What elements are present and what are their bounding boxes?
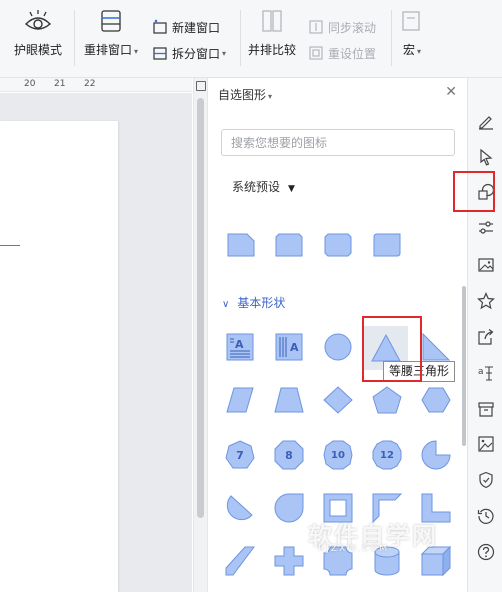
eye-mode-button[interactable]: 护眼模式	[14, 8, 62, 58]
chord-shape[interactable]	[222, 490, 258, 526]
shape-number-label: 8	[285, 448, 293, 462]
rearrange-window-icon	[101, 10, 121, 32]
page-view-icon[interactable]	[196, 81, 206, 91]
split-window-label: 拆分窗口	[172, 46, 221, 61]
autoshapes-pane: 自选图形▾ ✕ 系统预设 ▼ ∨ 基本形状 A A	[207, 78, 467, 592]
sync-scroll-label: 同步滚动	[328, 20, 377, 35]
chevron-down-icon: ▾	[134, 47, 139, 56]
macro-label: 宏	[402, 43, 415, 57]
preset-dropdown[interactable]: 系统预设 ▼	[232, 178, 295, 195]
macro-button[interactable]: 宏 ▾	[400, 8, 424, 58]
shape-search-input[interactable]	[221, 129, 455, 156]
archive-box-icon[interactable]	[477, 400, 495, 418]
share-icon[interactable]	[477, 328, 495, 346]
hexagon-shape[interactable]	[418, 382, 454, 418]
round-snip-rectangle-shape[interactable]	[369, 227, 405, 263]
ribbon-divider	[391, 10, 392, 66]
ribbon-toolbar: 护眼模式 重排窗口 ▾ 新建窗口 拆分窗口 ▾ 并排比较 同步滚动 重设位置 宏…	[0, 0, 502, 78]
text-box-shape[interactable]: A	[222, 329, 258, 365]
pen-icon[interactable]	[477, 112, 495, 130]
reset-position-label: 重设位置	[328, 46, 377, 61]
chevron-down-icon: ∨	[222, 299, 230, 310]
right-triangle-shape[interactable]	[418, 329, 454, 365]
trapezoid-shape[interactable]	[271, 382, 307, 418]
shape-tooltip: 等腰三角形	[383, 361, 456, 382]
svg-text:A: A	[290, 341, 299, 354]
help-icon[interactable]	[477, 543, 495, 561]
reset-position-icon	[309, 46, 323, 60]
octagon-shape[interactable]: 8	[271, 437, 307, 473]
split-window-button[interactable]: 拆分窗口 ▾	[152, 43, 226, 63]
right-sidebar: a	[467, 78, 502, 592]
rearrange-window-label: 重排窗口	[84, 43, 133, 57]
snip-diagonal-rectangle-shape[interactable]	[320, 227, 356, 263]
pane-title-text: 自选图形	[218, 88, 267, 102]
decagon-shape[interactable]: 10	[320, 437, 356, 473]
pentagon-shape[interactable]	[369, 382, 405, 418]
translate-icon[interactable]: a	[477, 364, 495, 382]
vertical-text-box-shape[interactable]: A	[271, 329, 307, 365]
ribbon-divider	[240, 10, 241, 66]
watermark-subtext: RJZXW.COM	[318, 544, 390, 554]
shape-number-label: 10	[331, 449, 345, 461]
preset-label: 系统预设	[232, 180, 281, 194]
chevron-down-icon: ▾	[268, 92, 273, 101]
shield-icon[interactable]	[477, 471, 495, 489]
chevron-down-icon: ▾	[417, 47, 422, 56]
horizontal-ruler: 20 21 22	[0, 78, 192, 92]
plus-shape[interactable]	[271, 543, 307, 579]
document-area[interactable]	[0, 93, 192, 592]
side-by-side-label: 并排比较	[248, 43, 297, 57]
dodecagon-shape[interactable]: 12	[369, 437, 405, 473]
ruler-tick: 22	[84, 79, 96, 89]
close-icon[interactable]: ✕	[445, 84, 457, 100]
eye-mode-label: 护眼模式	[14, 43, 63, 57]
sync-scroll-icon	[309, 20, 323, 34]
side-by-side-button[interactable]: 并排比较	[248, 8, 296, 58]
snip-same-side-rectangle-shape[interactable]	[271, 227, 307, 263]
ruler-tick: 21	[54, 79, 66, 89]
pie-shape[interactable]	[418, 437, 454, 473]
teardrop-shape[interactable]	[271, 490, 307, 526]
sliders-icon[interactable]	[477, 219, 495, 237]
document-scrollbar[interactable]	[193, 78, 207, 592]
snip-corner-rectangle-shape[interactable]	[223, 227, 259, 263]
new-window-button[interactable]: 新建窗口	[152, 17, 220, 37]
side-by-side-icon	[262, 10, 282, 32]
split-window-icon	[153, 47, 167, 60]
svg-text:a: a	[478, 367, 484, 377]
document-page[interactable]	[0, 121, 118, 592]
pane-title[interactable]: 自选图形 ▾	[218, 86, 272, 103]
image-icon[interactable]	[477, 435, 495, 453]
picture-icon[interactable]	[477, 256, 495, 274]
parallelogram-shape[interactable]	[222, 382, 258, 418]
shape-number-label: 12	[380, 449, 394, 461]
ruler-tick: 20	[24, 79, 36, 89]
history-icon[interactable]	[477, 507, 495, 525]
basic-shapes-section[interactable]: ∨ 基本形状	[222, 294, 285, 311]
reset-position-button[interactable]: 重设位置	[308, 43, 376, 63]
diamond-shape[interactable]	[320, 382, 356, 418]
rearrange-window-button[interactable]: 重排窗口 ▾	[84, 8, 138, 58]
new-window-icon	[153, 19, 167, 34]
sync-scroll-button[interactable]: 同步滚动	[308, 17, 376, 37]
heptagon-shape[interactable]: 7	[222, 437, 258, 473]
caret-down-icon: ▼	[288, 184, 295, 194]
new-window-label: 新建窗口	[172, 20, 221, 35]
section-label: 基本形状	[237, 296, 286, 310]
svg-text:A: A	[235, 338, 244, 351]
chevron-down-icon: ▾	[222, 48, 227, 58]
eye-icon	[24, 10, 52, 30]
text-cursor-line	[0, 245, 20, 246]
cursor-select-icon[interactable]	[477, 148, 495, 166]
ribbon-divider	[74, 10, 75, 66]
oval-shape[interactable]	[320, 329, 356, 365]
star-icon[interactable]	[477, 292, 495, 310]
scrollbar-thumb[interactable]	[197, 98, 204, 518]
diagonal-stripe-shape[interactable]	[222, 543, 258, 579]
pane-scrollbar-thumb[interactable]	[462, 286, 466, 446]
shape-number-label: 7	[236, 448, 244, 462]
shapes-icon-highlight-box	[453, 171, 495, 212]
macro-icon	[402, 11, 420, 31]
